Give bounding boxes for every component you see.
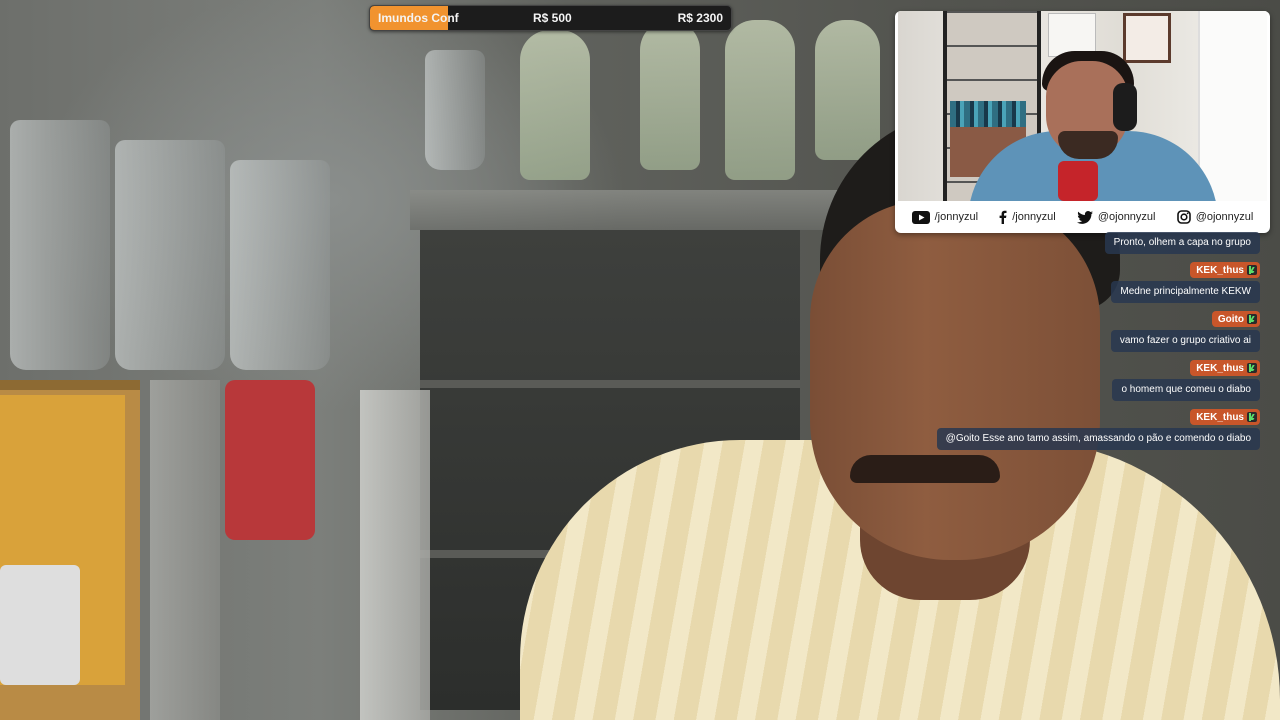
twitter-icon bbox=[1076, 210, 1093, 224]
streamer-headset bbox=[1113, 83, 1137, 131]
water-jug bbox=[115, 140, 225, 370]
webcam-door bbox=[1198, 11, 1267, 201]
chat-message: Goito vamo fazer o grupo criativo ai bbox=[920, 303, 1260, 352]
goal-target-amount: R$ 2300 bbox=[677, 11, 723, 25]
hanging-bag bbox=[815, 20, 880, 160]
red-package bbox=[225, 380, 315, 540]
social-handle: /jonnyzul bbox=[1012, 211, 1056, 223]
water-jug bbox=[230, 160, 330, 370]
social-handle: @ojonnyzul bbox=[1195, 211, 1254, 223]
webcam-books bbox=[950, 101, 1026, 127]
hanging-bag bbox=[520, 30, 590, 180]
chat-message-text: @Goito Esse ano tamo assim, amassando o … bbox=[936, 428, 1260, 450]
chat-username-tag: KEK_thus bbox=[1190, 262, 1260, 278]
stacked-rolls bbox=[150, 380, 220, 720]
bottle bbox=[425, 50, 485, 170]
chat-message: KEK_thus Medne principalmente KEKW bbox=[920, 254, 1260, 303]
wall-shelf bbox=[410, 190, 850, 230]
hanging-bag bbox=[725, 20, 795, 180]
chat-username: KEK_thus bbox=[1196, 362, 1244, 374]
kick-badge-icon bbox=[1247, 412, 1257, 422]
webcam-picture-frame bbox=[1123, 13, 1171, 63]
chat-username-tag: Goito bbox=[1211, 311, 1260, 327]
webcam-overlay: /jonnyzul /jonnyzul @ojonnyzul @ojonnyzu… bbox=[895, 11, 1270, 233]
goal-title: Imundos Conf bbox=[378, 11, 459, 25]
chat-username-tag: KEK_thus bbox=[1190, 360, 1260, 376]
chat-username: KEK_thus bbox=[1196, 411, 1244, 423]
social-twitter: @ojonnyzul bbox=[1076, 210, 1156, 224]
streamer-beard bbox=[1058, 131, 1118, 159]
social-youtube: /jonnyzul bbox=[911, 210, 979, 224]
social-handle: @ojonnyzul bbox=[1097, 211, 1156, 223]
chat-message-text: Medne principalmente KEKW bbox=[1111, 281, 1260, 303]
streamer-microphone bbox=[1058, 161, 1098, 201]
chat-message: KEK_thus @Goito Esse ano tamo assim, ama… bbox=[920, 401, 1260, 450]
chat-message: KEK_thus o homem que comeu o diabo bbox=[920, 352, 1260, 401]
webcam-video bbox=[898, 11, 1267, 201]
instagram-icon bbox=[1176, 210, 1191, 224]
social-instagram: @ojonnyzul bbox=[1176, 210, 1254, 224]
chat-message-text: vamo fazer o grupo criativo ai bbox=[1110, 330, 1260, 352]
chat-username: KEK_thus bbox=[1196, 264, 1244, 276]
chat-overlay: Pronto, olhem a capa no grupo KEK_thus M… bbox=[920, 232, 1260, 450]
rack-shelf bbox=[420, 380, 800, 388]
chat-message-text: o homem que comeu o diabo bbox=[1112, 379, 1260, 401]
donation-goal-bar: Imundos Conf R$ 500 R$ 2300 bbox=[369, 5, 732, 31]
man-mustache bbox=[850, 455, 1000, 483]
white-box bbox=[0, 565, 80, 685]
social-handle: /jonnyzul bbox=[934, 211, 979, 223]
kick-badge-icon bbox=[1247, 265, 1257, 275]
kick-badge-icon bbox=[1247, 314, 1257, 324]
hanging-bag bbox=[640, 20, 700, 170]
chat-username-tag: KEK_thus bbox=[1190, 409, 1260, 425]
goal-current-amount: R$ 500 bbox=[533, 11, 572, 25]
social-facebook: /jonnyzul bbox=[999, 210, 1056, 224]
chat-message-text: Pronto, olhem a capa no grupo bbox=[1104, 232, 1260, 254]
chat-message: Pronto, olhem a capa no grupo bbox=[920, 232, 1260, 254]
social-links-bar: /jonnyzul /jonnyzul @ojonnyzul @ojonnyzu… bbox=[895, 201, 1270, 233]
chat-username: Goito bbox=[1217, 313, 1244, 325]
facebook-icon bbox=[999, 210, 1007, 224]
youtube-icon bbox=[911, 210, 930, 224]
stacked-rolls bbox=[360, 390, 430, 720]
water-jug bbox=[10, 120, 110, 370]
kick-badge-icon bbox=[1247, 363, 1257, 373]
